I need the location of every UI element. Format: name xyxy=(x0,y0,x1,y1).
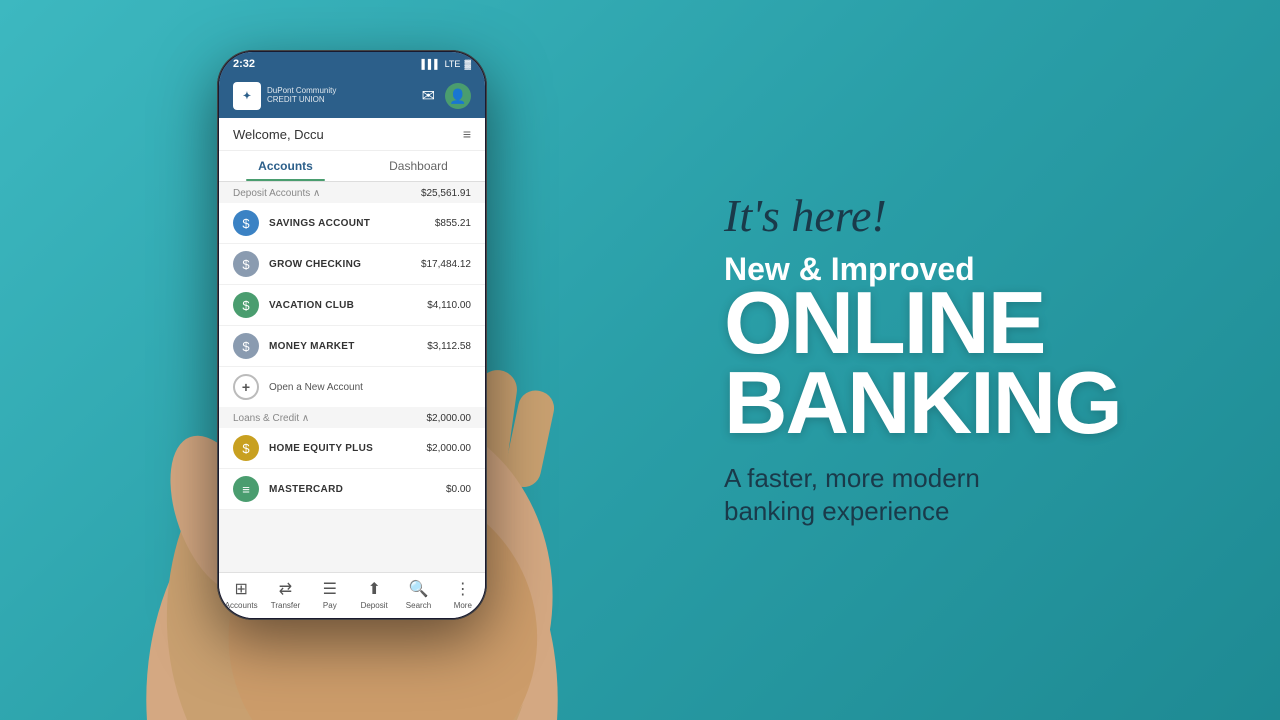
loans-total: $2,000.00 xyxy=(427,413,472,424)
account-item-mastercard[interactable]: ≡ MASTERCARD $0.00 xyxy=(219,469,485,510)
heading-online: ONLINE xyxy=(724,283,1220,362)
lte-badge: LTE xyxy=(445,59,461,69)
subtext: A faster, more modern banking experience xyxy=(724,462,1220,530)
checking-name: GROW CHECKING xyxy=(269,259,411,270)
account-item-vacation[interactable]: $ VACATION CLUB $4,110.00 xyxy=(219,285,485,326)
phone-mockup: 2:32 ▌▌▌ LTE ▓ ✦ DuPont Community CREDIT… xyxy=(217,50,487,620)
open-account-text: Open a New Account xyxy=(269,382,363,393)
nav-item-more[interactable]: ⋮ More xyxy=(441,579,485,610)
status-icons: ▌▌▌ LTE ▓ xyxy=(421,59,471,69)
signal-icon: ▌▌▌ xyxy=(421,59,440,69)
money-market-name: MONEY MARKET xyxy=(269,341,417,352)
open-account-item[interactable]: + Open a New Account xyxy=(219,367,485,407)
cursive-tagline: It's here! xyxy=(724,191,1220,242)
tab-accounts[interactable]: Accounts xyxy=(219,151,352,181)
loans-account-list: $ HOME EQUITY PLUS $2,000.00 ≡ MASTERCAR… xyxy=(219,428,485,510)
loans-section-header: Loans & Credit ∧ $2,000.00 xyxy=(219,407,485,428)
deposit-account-list: $ SAVINGS ACCOUNT $855.21 $ GROW CHECKIN… xyxy=(219,203,485,407)
more-nav-label: More xyxy=(454,601,472,610)
nav-item-deposit[interactable]: ⬆ Deposit xyxy=(352,579,396,610)
checking-balance: $17,484.12 xyxy=(421,259,471,270)
deposit-nav-icon: ⬆ xyxy=(367,579,380,599)
app-header: ✦ DuPont Community CREDIT UNION ✉ 👤 xyxy=(219,74,485,118)
mail-icon[interactable]: ✉ xyxy=(422,86,435,106)
header-icons: ✉ 👤 xyxy=(422,83,471,109)
checking-icon: $ xyxy=(233,251,259,277)
nav-item-accounts[interactable]: ⊞ Accounts xyxy=(219,579,263,610)
pay-nav-icon: ☰ xyxy=(323,579,337,599)
mastercard-icon: ≡ xyxy=(233,476,259,502)
add-account-icon: + xyxy=(233,374,259,400)
deposit-section-header: Deposit Accounts ∧ $25,561.91 xyxy=(219,182,485,203)
account-item-savings[interactable]: $ SAVINGS ACCOUNT $855.21 xyxy=(219,203,485,244)
phone-screen: 2:32 ▌▌▌ LTE ▓ ✦ DuPont Community CREDIT… xyxy=(219,52,485,618)
money-market-icon: $ xyxy=(233,333,259,359)
savings-balance: $855.21 xyxy=(435,218,471,229)
deposit-nav-label: Deposit xyxy=(361,601,388,610)
search-nav-label: Search xyxy=(406,601,431,610)
search-nav-icon: 🔍 xyxy=(409,579,429,599)
mastercard-balance: $0.00 xyxy=(446,484,471,495)
home-equity-name: HOME EQUITY PLUS xyxy=(269,443,417,454)
account-item-money-market[interactable]: $ MONEY MARKET $3,112.58 xyxy=(219,326,485,367)
home-equity-icon: $ xyxy=(233,435,259,461)
logo-text: DuPont Community CREDIT UNION xyxy=(267,87,336,105)
right-section: It's here! New & Improved ONLINE BANKING… xyxy=(704,0,1280,720)
account-item-home-equity[interactable]: $ HOME EQUITY PLUS $2,000.00 xyxy=(219,428,485,469)
home-equity-balance: $2,000.00 xyxy=(427,443,472,454)
welcome-bar: Welcome, Dccu ≡ xyxy=(219,118,485,151)
account-item-checking[interactable]: $ GROW CHECKING $17,484.12 xyxy=(219,244,485,285)
accounts-content: Deposit Accounts ∧ $25,561.91 $ SAVINGS … xyxy=(219,182,485,572)
pay-nav-label: Pay xyxy=(323,601,337,610)
logo-icon: ✦ xyxy=(233,82,261,110)
money-market-balance: $3,112.58 xyxy=(427,341,471,352)
battery-icon: ▓ xyxy=(464,59,471,69)
accounts-nav-icon: ⊞ xyxy=(234,579,247,599)
bottom-navigation: ⊞ Accounts ⇄ Transfer ☰ Pay ⬆ Deposit xyxy=(219,572,485,618)
savings-icon: $ xyxy=(233,210,259,236)
phone-device: 2:32 ▌▌▌ LTE ▓ ✦ DuPont Community CREDIT… xyxy=(217,50,487,620)
left-section: 2:32 ▌▌▌ LTE ▓ ✦ DuPont Community CREDIT… xyxy=(0,0,704,720)
status-bar: 2:32 ▌▌▌ LTE ▓ xyxy=(219,52,485,74)
heading-banking: BANKING xyxy=(724,363,1220,442)
logo-area: ✦ DuPont Community CREDIT UNION xyxy=(233,82,336,110)
vacation-balance: $4,110.00 xyxy=(427,300,471,311)
deposit-total: $25,561.91 xyxy=(421,188,471,199)
deposit-label: Deposit Accounts ∧ xyxy=(233,188,320,199)
savings-name: SAVINGS ACCOUNT xyxy=(269,218,425,229)
profile-icon[interactable]: 👤 xyxy=(445,83,471,109)
nav-item-pay[interactable]: ☰ Pay xyxy=(308,579,352,610)
transfer-nav-label: Transfer xyxy=(271,601,301,610)
nav-item-search[interactable]: 🔍 Search xyxy=(396,579,440,610)
tab-bar: Accounts Dashboard xyxy=(219,151,485,182)
more-nav-icon: ⋮ xyxy=(455,579,471,599)
tab-dashboard[interactable]: Dashboard xyxy=(352,151,485,181)
vacation-name: VACATION CLUB xyxy=(269,300,417,311)
transfer-nav-icon: ⇄ xyxy=(279,579,292,599)
status-time: 2:32 xyxy=(233,58,255,70)
nav-item-transfer[interactable]: ⇄ Transfer xyxy=(263,579,307,610)
vacation-icon: $ xyxy=(233,292,259,318)
filter-icon[interactable]: ≡ xyxy=(463,126,471,142)
welcome-text: Welcome, Dccu xyxy=(233,127,324,142)
accounts-nav-label: Accounts xyxy=(225,601,258,610)
mastercard-name: MASTERCARD xyxy=(269,484,436,495)
loans-label: Loans & Credit ∧ xyxy=(233,413,309,424)
